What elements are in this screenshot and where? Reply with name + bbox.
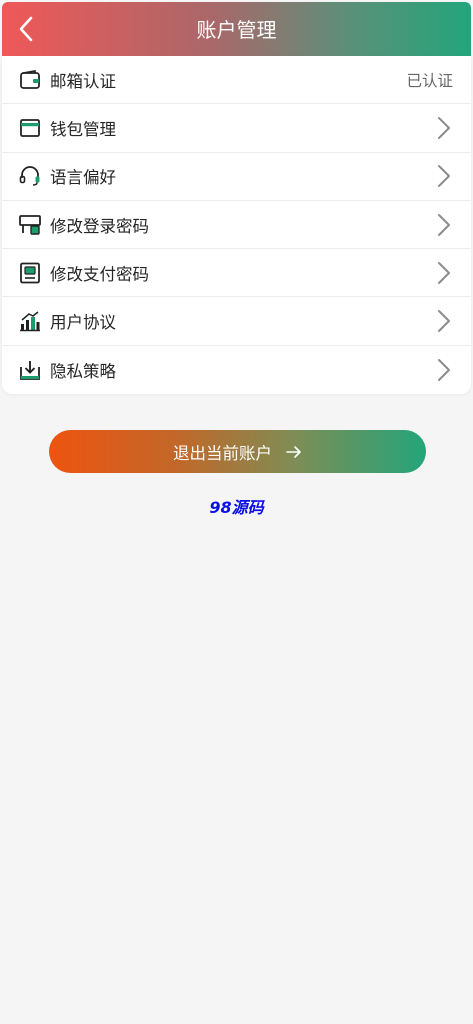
payment-box-icon <box>20 262 40 284</box>
menu-item-label: 语言偏好 <box>50 168 116 188</box>
menu-item-wallet[interactable]: 钱包管理 <box>2 104 471 153</box>
menu-item-email-verify[interactable]: 邮箱认证 已认证 <box>2 56 471 105</box>
app-frame: 账户管理 邮箱认证 已认证 钱包管理 语言偏好 修改登录密码 修改支付密码 用户… <box>0 0 473 1024</box>
download-icon <box>20 360 40 380</box>
menu-item-label: 修改支付密码 <box>50 264 149 284</box>
menu-item-label: 修改登录密码 <box>50 216 149 236</box>
menu-item-user-agreement[interactable]: 用户协议 <box>2 297 471 346</box>
card-icon <box>20 119 40 137</box>
menu-item-label: 邮箱认证 <box>50 71 116 91</box>
menu-item-label: 隐私策略 <box>50 361 116 381</box>
menu-item-change-login-password[interactable]: 修改登录密码 <box>2 201 471 250</box>
logout-label: 退出当前账户 <box>173 443 272 463</box>
wallet-icon <box>20 69 40 89</box>
lock-monitor-icon <box>19 214 41 235</box>
arrow-right-icon <box>286 445 301 458</box>
signal-bars-icon <box>20 311 40 332</box>
chevron-right-icon <box>438 213 450 236</box>
chevron-right-icon <box>438 165 450 188</box>
logout-button[interactable]: 退出当前账户 <box>49 430 426 473</box>
settings-menu: 邮箱认证 已认证 钱包管理 语言偏好 修改登录密码 修改支付密码 用户协议 隐私… <box>2 56 471 395</box>
chevron-right-icon <box>438 310 450 333</box>
chevron-right-icon <box>438 358 450 381</box>
brand-watermark: 98源码 <box>209 498 264 517</box>
status-badge: 已认证 <box>406 71 453 90</box>
page-title: 账户管理 <box>196 18 277 42</box>
menu-item-label: 用户协议 <box>50 313 116 333</box>
chevron-left-icon <box>19 16 33 42</box>
top-header: 账户管理 <box>2 2 471 56</box>
menu-item-language[interactable]: 语言偏好 <box>2 153 471 201</box>
headset-icon <box>19 166 40 186</box>
chevron-right-icon <box>438 261 450 284</box>
back-button[interactable] <box>10 12 42 46</box>
chevron-right-icon <box>438 116 450 139</box>
menu-item-privacy-policy[interactable]: 隐私策略 <box>2 346 471 394</box>
menu-item-label: 钱包管理 <box>50 119 116 139</box>
menu-item-change-payment-password[interactable]: 修改支付密码 <box>2 249 471 298</box>
